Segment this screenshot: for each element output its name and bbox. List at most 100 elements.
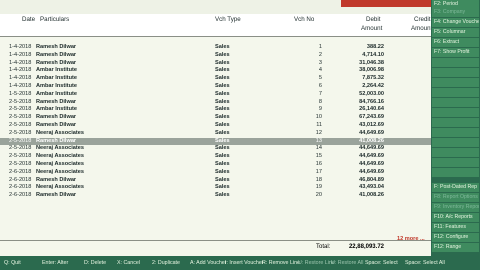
cell-vch-no: 13: [315, 137, 322, 144]
shortcut-button[interactable]: U: Restore Line: [298, 260, 335, 266]
cell-particulars: Ambar Institute: [36, 75, 78, 82]
cell-vch-no: 18: [315, 176, 322, 183]
sidebar-button[interactable]: [432, 138, 479, 148]
sidebar-button[interactable]: F7: Show Profit: [432, 48, 479, 58]
table-row[interactable]: 1-4-2018 Ramesh Dilwar Sales 3 31,046.38: [0, 60, 431, 68]
sidebar-button[interactable]: [432, 158, 479, 168]
sidebar-button[interactable]: [432, 108, 479, 118]
sidebar-button[interactable]: [432, 68, 479, 78]
cell-date: 2-5-2018: [9, 153, 32, 160]
sidebar-button[interactable]: F5: Columnar: [432, 28, 479, 38]
table-row[interactable]: 1-4-2018 Ramesh Dilwar Sales 2 4,714.10: [0, 52, 431, 60]
cell-particulars: Ramesh Dilwar: [36, 44, 77, 50]
cell-vch-type: Sales: [215, 90, 230, 97]
cell-debit: 44,649.69: [359, 153, 384, 160]
cell-date: 2-5-2018: [9, 121, 32, 128]
cell-vch-no: 20: [315, 192, 322, 199]
sidebar-button[interactable]: [432, 58, 479, 68]
sidebar-button[interactable]: F8: Report Options: [432, 193, 479, 203]
sidebar-button[interactable]: F6: Extract: [432, 38, 479, 48]
sidebar-button[interactable]: [432, 78, 479, 88]
table-row[interactable]: 2-5-2018 Ramesh Dilwar Sales 11 43,012.69: [0, 122, 431, 130]
cell-vch-type: Sales: [215, 82, 230, 89]
cell-debit: 7,875.32: [362, 75, 384, 82]
sidebar-button[interactable]: F11: Features: [432, 223, 479, 233]
cell-particulars: Ramesh Dilwar: [36, 137, 77, 144]
shortcut-button[interactable]: Space: Select: [365, 260, 398, 266]
sidebar-button[interactable]: [432, 168, 479, 178]
column-header-particulars[interactable]: Particulars: [40, 16, 69, 23]
table-row[interactable]: 2-6-2018 Ramesh Dilwar Sales 18 46,804.89: [0, 177, 431, 185]
column-header-date[interactable]: Date: [22, 16, 35, 23]
cell-particulars: Neeraj Associates: [36, 145, 84, 152]
cell-vch-type: Sales: [215, 67, 230, 74]
sidebar-button[interactable]: F10: A/c Reports: [432, 213, 479, 223]
table-row[interactable]: 2-5-2018 Neeraj Associates Sales 14 44,649.6…: [0, 145, 431, 153]
sidebar-button[interactable]: [432, 118, 479, 128]
table-row[interactable]: 1-4-2018 Ambar Institute Sales 4 38,006.98: [0, 67, 431, 75]
shortcut-button[interactable]: X: Cancel: [117, 260, 140, 266]
table-row[interactable]: 1-4-2018 Ambar Institute Sales 6 2,264.42: [0, 83, 431, 91]
cell-debit: 46,804.89: [359, 176, 384, 183]
table-row[interactable]: 2-5-2018 Neeraj Associates Sales 12 44,649.6…: [0, 130, 431, 138]
shortcut-button[interactable]: I: Insert Voucher: [225, 260, 264, 266]
sidebar-button[interactable]: [432, 88, 479, 98]
column-header-credit[interactable]: Credit: [414, 16, 431, 23]
table-row[interactable]: 2-5-2018 Neeraj Associates Sales 15 44,649.6…: [0, 153, 431, 161]
cell-vch-no: 5: [318, 75, 322, 82]
sidebar-button[interactable]: F3: Company: [432, 8, 479, 18]
column-header-vch-type[interactable]: Vch Type: [215, 16, 241, 23]
sidebar-button[interactable]: F12: Configure: [432, 233, 479, 243]
table-row[interactable]: 2-5-2018 Ramesh Dilwar Sales 10 67,243.69: [0, 114, 431, 122]
table-row[interactable]: 2-6-2018 Neeraj Associates Sales 17 44,649.6…: [0, 169, 431, 177]
table-row[interactable]: 2-6-2018 Neeraj Associates Sales 19 43,493.0…: [0, 184, 431, 192]
cell-date: 2-6-2018: [9, 192, 32, 199]
cell-debit: 41,008.26: [359, 192, 384, 199]
cell-debit: 38,006.98: [359, 67, 384, 74]
shortcut-button[interactable]: 2: Duplicate: [152, 260, 180, 266]
sidebar-button[interactable]: F: Post-Dated Rep: [432, 183, 479, 193]
table-row[interactable]: 1-4-2018 Ambar Institute Sales 5 7,875.32: [0, 75, 431, 83]
cell-vch-type: Sales: [215, 176, 230, 183]
cell-vch-type: Sales: [215, 184, 230, 191]
table-row[interactable]: 2-5-2018 Ramesh Dilwar Sales 13 41,008.26: [0, 137, 431, 146]
button-panel: F2: Period F3: Company F4: Change Voucher F…: [431, 0, 480, 256]
table-row[interactable]: 1-4-2018 Ramesh Dilwar Sales 1 388.22: [0, 44, 431, 52]
cell-vch-type: Sales: [215, 106, 230, 113]
column-header-debit[interactable]: Debit: [366, 16, 380, 23]
cell-debit: 31,046.38: [359, 59, 384, 66]
cell-vch-no: 7: [318, 90, 322, 97]
shortcut-button[interactable]: U: Restore All: [331, 260, 363, 266]
cell-particulars: Ambar Institute: [36, 82, 78, 89]
shortcut-button[interactable]: Space: Select All: [405, 260, 445, 266]
sidebar-button[interactable]: [432, 148, 479, 158]
table-row[interactable]: 2-6-2018 Ramesh Dilwar Sales 20 41,008.26: [0, 192, 431, 200]
table-row[interactable]: 2-5-2018 Ambar Institute Sales 9 26,140.64: [0, 106, 431, 114]
cell-debit: 44,649.69: [359, 145, 384, 152]
shortcut-button[interactable]: Q: Quit: [4, 260, 21, 266]
sidebar-button[interactable]: F9: Inventory Reports: [432, 203, 479, 213]
column-subheader-credit: Amount: [411, 25, 433, 32]
cell-vch-type: Sales: [215, 160, 230, 167]
sidebar-button[interactable]: [432, 98, 479, 108]
column-subheader-debit: Amount: [361, 25, 383, 32]
column-header-vch-no[interactable]: Vch No: [294, 16, 314, 23]
cell-debit: 67,243.69: [359, 114, 384, 121]
table-row[interactable]: 2-5-2018 Ramesh Dilwar Sales 8 84,766.16: [0, 99, 431, 107]
cell-date: 1-4-2018: [9, 44, 32, 50]
shortcut-bar: Q: Quit Enter: Alter D: Delete X: Cancel 2: …: [0, 256, 480, 270]
sidebar-button[interactable]: F12: Range: [432, 243, 479, 253]
sidebar-button[interactable]: [432, 128, 479, 138]
cell-vch-type: Sales: [215, 59, 230, 66]
shortcut-button[interactable]: Enter: Alter: [42, 260, 68, 266]
table-row[interactable]: 2-5-2018 Neeraj Associates Sales 16 44,649.6…: [0, 161, 431, 169]
shortcut-button[interactable]: A: Add Voucher: [190, 260, 227, 266]
cell-vch-no: 9: [318, 106, 322, 113]
sidebar-button[interactable]: F4: Change Voucher: [432, 18, 479, 28]
cell-date: 2-5-2018: [9, 145, 32, 152]
table-row[interactable]: 1-5-2018 Ambar Institute Sales 7 52,003.00: [0, 91, 431, 99]
cell-vch-no: 17: [315, 168, 322, 175]
shortcut-button[interactable]: R: Remove Line: [262, 260, 300, 266]
cell-debit: 2,264.42: [362, 82, 384, 89]
shortcut-button[interactable]: D: Delete: [84, 260, 106, 266]
